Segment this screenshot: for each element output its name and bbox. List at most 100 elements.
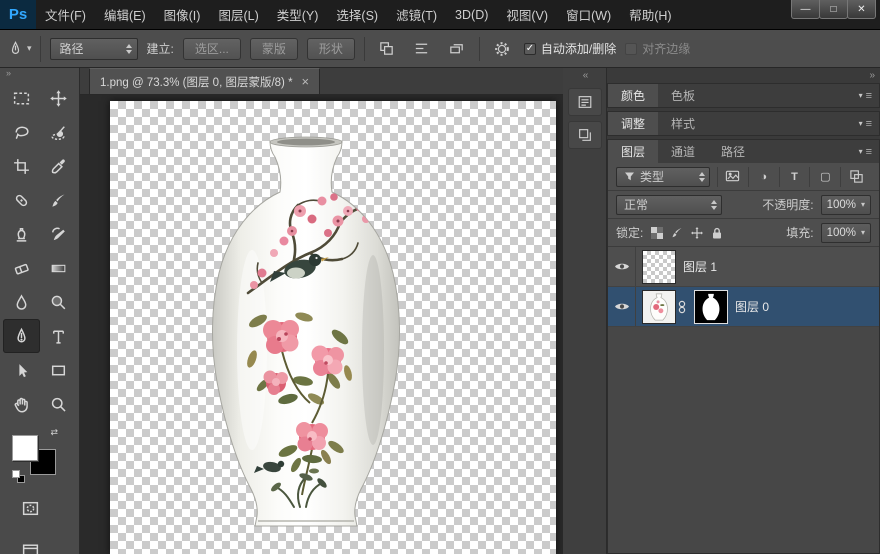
layer-thumbnail[interactable] <box>642 250 676 284</box>
hand-tool[interactable] <box>3 387 40 421</box>
blend-mode-dropdown[interactable]: 正常 <box>616 195 722 215</box>
clone-stamp-tool[interactable] <box>3 217 40 251</box>
auto-add-delete-option[interactable]: ✓ 自动添加/删除 <box>524 40 616 57</box>
lock-position-icon[interactable] <box>690 226 704 240</box>
make-shape-button[interactable]: 形状 <box>307 38 355 60</box>
pen-tool[interactable] <box>3 319 40 353</box>
document-canvas[interactable] <box>110 101 556 554</box>
default-colors-icon[interactable] <box>12 470 25 483</box>
quick-mask-button[interactable] <box>12 491 49 525</box>
menu-3d[interactable]: 3D(D) <box>446 0 497 29</box>
menu-view[interactable]: 视图(V) <box>497 0 557 29</box>
mask-link-icon[interactable] <box>678 300 686 314</box>
menu-layer[interactable]: 图层(L) <box>209 0 267 29</box>
panel-menu-icon[interactable]: ▾≡ <box>859 84 879 107</box>
brush-tool[interactable] <box>40 183 77 217</box>
filter-type-layers-icon[interactable]: T <box>779 167 810 187</box>
lock-all-icon[interactable] <box>710 226 724 240</box>
swap-colors-icon[interactable]: ⇄ <box>50 427 58 438</box>
document-tab[interactable]: 1.png @ 73.3% (图层 0, 图层蒙版/8) * × <box>89 68 320 94</box>
gradient-tool[interactable] <box>40 251 77 285</box>
path-alignment-icon[interactable] <box>409 38 435 60</box>
collapse-panels-icon[interactable]: » <box>607 68 880 83</box>
dodge-tool[interactable] <box>40 285 77 319</box>
canvas-workspace[interactable] <box>80 95 563 554</box>
menu-edit[interactable]: 编辑(E) <box>95 0 155 29</box>
collapsed-history-panel-icon[interactable] <box>568 88 602 116</box>
menu-filter[interactable]: 滤镜(T) <box>387 0 446 29</box>
path-arrangement-icon[interactable] <box>444 38 470 60</box>
panel-dock: » 颜色 色板 ▾≡ 调整 样式 ▾≡ 图层 通道 <box>607 68 880 554</box>
visibility-toggle[interactable] <box>608 247 636 286</box>
maximize-button[interactable]: □ <box>819 0 848 19</box>
fill-label: 填充: <box>786 224 813 241</box>
panel-menu-icon[interactable]: ▾≡ <box>859 140 879 163</box>
layer-filter-row: 类型 ◑ T ▢ <box>608 163 879 191</box>
layer-filter-kind-dropdown[interactable]: 类型 <box>616 167 710 187</box>
healing-brush-tool[interactable] <box>3 183 40 217</box>
menu-file[interactable]: 文件(F) <box>36 0 95 29</box>
quick-selection-tool[interactable] <box>40 115 77 149</box>
fill-dropdown[interactable]: 100% ▾ <box>821 223 871 243</box>
crop-tool[interactable] <box>3 149 40 183</box>
lock-transparency-icon[interactable] <box>650 226 664 240</box>
filter-adjustment-layers-icon[interactable]: ◑ <box>748 167 779 187</box>
tab-layers[interactable]: 图层 <box>608 140 658 163</box>
foreground-color-swatch[interactable] <box>12 435 38 461</box>
menu-select[interactable]: 选择(S) <box>327 0 387 29</box>
layer-name[interactable]: 图层 0 <box>735 298 769 315</box>
layer-name[interactable]: 图层 1 <box>683 258 717 275</box>
zoom-tool[interactable] <box>40 387 77 421</box>
filter-smart-object-layers-icon[interactable] <box>840 167 871 187</box>
menu-type[interactable]: 类型(Y) <box>268 0 328 29</box>
filter-pixel-layers-icon[interactable] <box>717 167 748 187</box>
vase-image <box>188 135 424 531</box>
tab-styles[interactable]: 样式 <box>658 112 708 135</box>
rect-marquee-tool[interactable] <box>3 81 40 115</box>
collapsed-properties-panel-icon[interactable] <box>568 121 602 149</box>
layer-row-0[interactable]: 图层 0 <box>608 287 879 327</box>
menu-image[interactable]: 图像(I) <box>155 0 210 29</box>
close-button[interactable]: ✕ <box>847 0 876 19</box>
eraser-tool[interactable] <box>3 251 40 285</box>
tool-preset-picker[interactable]: ▾ <box>7 36 41 62</box>
panel-menu-icon[interactable]: ▾≡ <box>859 112 879 135</box>
layer-thumbnail[interactable] <box>642 290 676 324</box>
checked-checkbox-icon[interactable]: ✓ <box>524 43 536 55</box>
filter-shape-layers-icon[interactable]: ▢ <box>809 167 840 187</box>
visibility-toggle[interactable] <box>608 287 636 326</box>
menu-help[interactable]: 帮助(H) <box>620 0 680 29</box>
tool-mode-dropdown[interactable]: 路径 <box>50 38 138 60</box>
path-operations-icon[interactable] <box>374 38 400 60</box>
screen-mode-button[interactable] <box>12 533 49 554</box>
unchecked-checkbox-icon[interactable] <box>625 43 637 55</box>
tab-paths[interactable]: 路径 <box>708 140 758 163</box>
opacity-dropdown[interactable]: 100% ▾ <box>821 195 871 215</box>
move-tool[interactable] <box>40 81 77 115</box>
make-selection-button[interactable]: 选区... <box>183 38 241 60</box>
lock-row: 锁定: 填充: 100% ▾ <box>608 219 879 247</box>
tab-adjustments[interactable]: 调整 <box>608 112 658 135</box>
blur-tool[interactable] <box>3 285 40 319</box>
type-tool[interactable] <box>40 319 77 353</box>
path-selection-tool[interactable] <box>3 353 40 387</box>
lock-pixels-icon[interactable] <box>670 226 684 240</box>
rectangle-shape-tool[interactable] <box>40 353 77 387</box>
minimize-button[interactable]: — <box>791 0 820 19</box>
expand-panels-icon[interactable]: « <box>563 68 606 83</box>
toolbar-collapse-icon[interactable]: » <box>0 68 79 81</box>
tool-options-bar: ▾ 路径 建立: 选区... 蒙版 形状 ✓ 自动添加/删除 对齐边缘 <box>0 30 880 68</box>
gear-icon[interactable] <box>489 38 515 60</box>
lasso-tool[interactable] <box>3 115 40 149</box>
history-brush-tool[interactable] <box>40 217 77 251</box>
tab-color[interactable]: 颜色 <box>608 84 658 107</box>
close-tab-icon[interactable]: × <box>302 75 310 88</box>
layer-row-1[interactable]: 图层 1 <box>608 247 879 287</box>
tab-swatches[interactable]: 色板 <box>658 84 708 107</box>
layer-mask-thumbnail[interactable] <box>694 290 728 324</box>
tab-channels[interactable]: 通道 <box>658 140 708 163</box>
eyedropper-tool[interactable] <box>40 149 77 183</box>
make-mask-button[interactable]: 蒙版 <box>250 38 298 60</box>
align-edges-option[interactable]: 对齐边缘 <box>625 40 690 57</box>
menu-window[interactable]: 窗口(W) <box>557 0 620 29</box>
